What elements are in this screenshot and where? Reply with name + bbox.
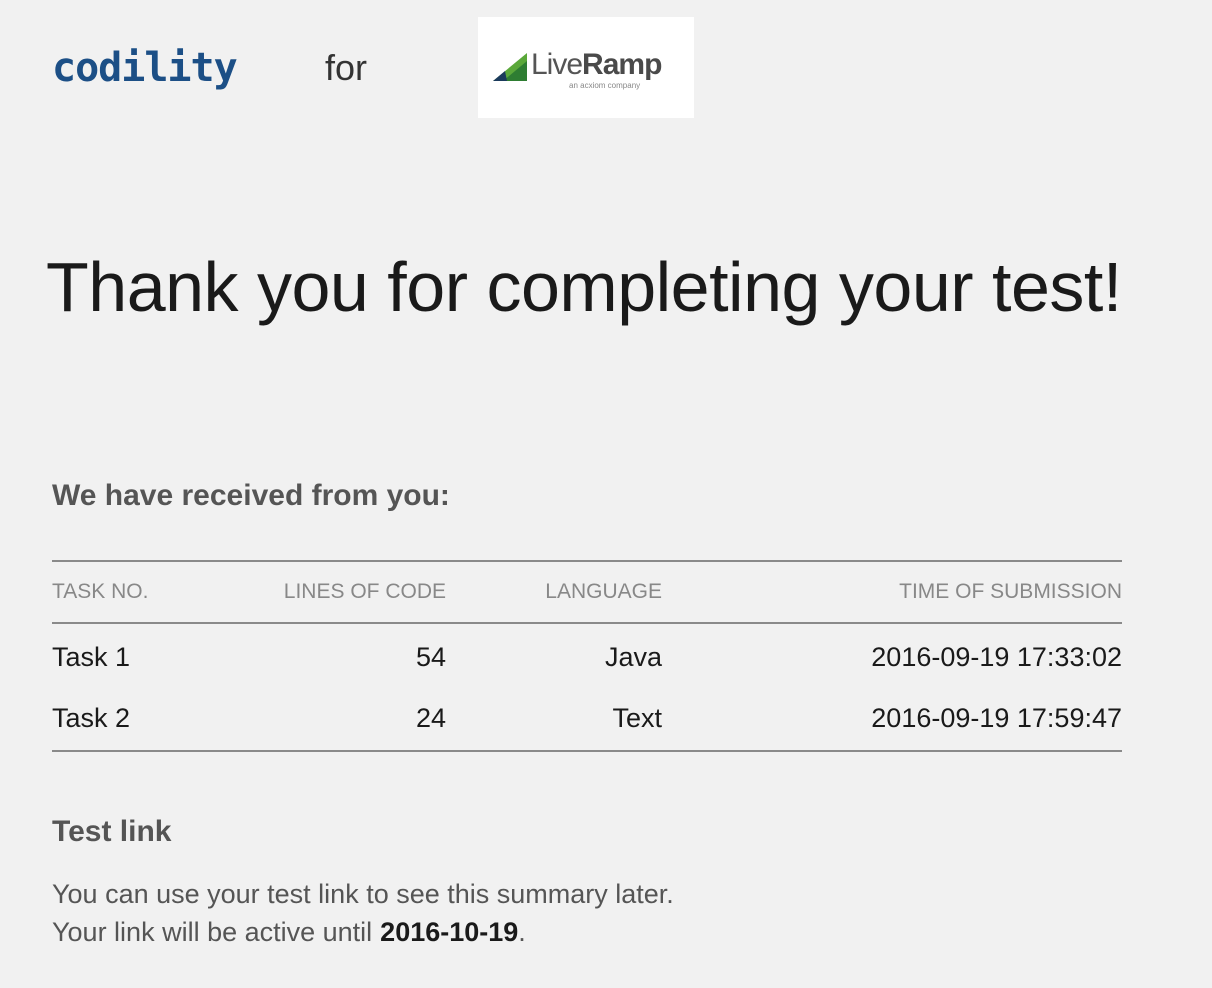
expiry-suffix: . [518, 917, 526, 947]
test-link-heading: Test link [52, 815, 172, 848]
received-heading: We have received from you: [52, 479, 450, 512]
task-cell: Task 2 [52, 686, 252, 752]
page-title: Thank you for completing your test! [46, 248, 1122, 326]
table-header-row: TASK NO. LINES OF CODE LANGUAGE TIME OF … [52, 560, 1122, 624]
language-cell: Java [604, 641, 662, 672]
partner-logo-box: LiveRamp an acxiom company [478, 17, 694, 118]
test-link-expiry: Your link will be active until 2016-10-19… [52, 916, 526, 948]
column-header-task: TASK NO. [52, 560, 252, 624]
lines-cell: 24 [252, 686, 446, 752]
language-cell: Text [446, 686, 662, 752]
codility-logo: codility [52, 45, 238, 91]
partner-name: LiveRamp [531, 48, 662, 81]
partner-name-bold: Ramp [582, 48, 662, 81]
partner-name-light: Live [531, 48, 583, 81]
column-header-language: LANGUAGE [446, 560, 662, 624]
column-header-time: TIME OF SUBMISSION [662, 560, 1122, 624]
liveramp-triangle-icon [493, 53, 527, 81]
partner-logo: LiveRamp an acxiom company [493, 47, 683, 91]
column-header-lines: LINES OF CODE [252, 560, 446, 624]
expiry-prefix: Your link will be active until [52, 917, 373, 947]
partner-tagline: an acxiom company [569, 81, 641, 90]
time-cell: 2016-09-19 17:33:02 [871, 641, 1122, 672]
submissions-table: TASK NO. LINES OF CODE LANGUAGE TIME OF … [52, 560, 1122, 752]
header: codility for LiveRamp an acxiom company [0, 0, 1212, 140]
table-row: Task 2 24 Text 2016-09-19 17:59:47 [52, 686, 1122, 752]
task-cell: Task 1 [52, 641, 131, 672]
test-link-description: You can use your test link to see this s… [52, 879, 674, 909]
for-label: for [325, 47, 368, 88]
page: codility for LiveRamp an acxiom company … [0, 0, 1212, 988]
expiry-date: 2016-10-19 [380, 917, 519, 947]
lines-cell: 54 [415, 641, 446, 672]
time-cell: 2016-09-19 17:59:47 [662, 686, 1122, 752]
table-row: Task 1 54 Java 2016-09-19 17:33:02 [52, 623, 1122, 686]
